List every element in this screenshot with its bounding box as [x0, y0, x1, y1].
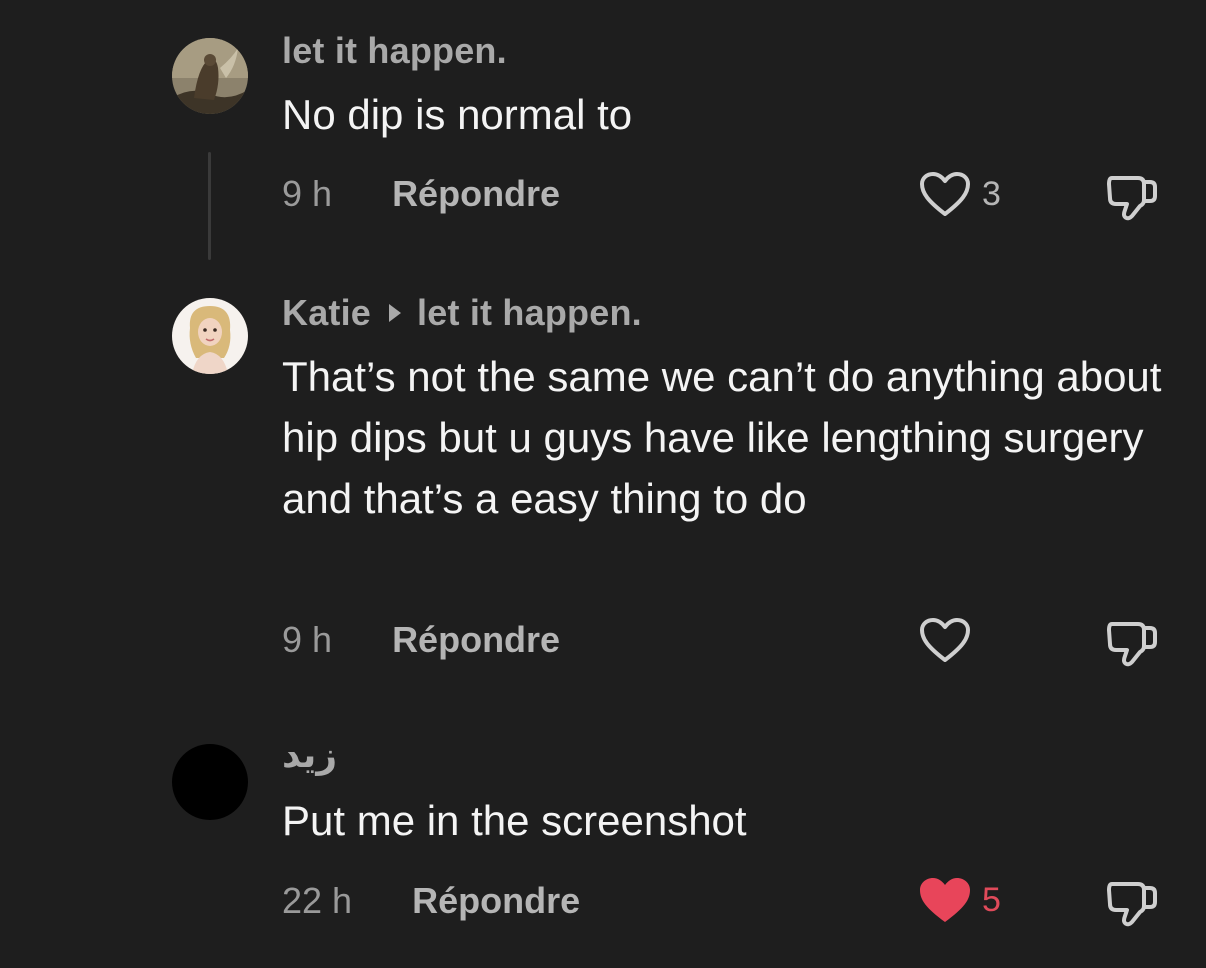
- comment-meta: 22 h Répondre: [282, 880, 580, 922]
- reply-to-name[interactable]: let it happen.: [417, 292, 642, 333]
- reply-button[interactable]: Répondre: [392, 173, 560, 214]
- like-button[interactable]: 5: [918, 876, 1001, 924]
- avatar[interactable]: [172, 744, 248, 820]
- comment-time: 9 h: [282, 173, 333, 214]
- dislike-button[interactable]: [1104, 878, 1160, 933]
- comment-meta: 9 h Répondre: [282, 619, 560, 661]
- heart-outline-icon: [920, 618, 970, 662]
- comment-username: Katie let it happen.: [282, 292, 642, 334]
- comment-meta: 9 h Répondre: [282, 173, 560, 215]
- like-button[interactable]: 3: [918, 170, 1001, 218]
- comment-username[interactable]: زيد: [282, 734, 337, 776]
- comment-time: 9 h: [282, 619, 333, 660]
- like-button[interactable]: [918, 616, 982, 664]
- thread-line: [208, 152, 211, 260]
- avatar[interactable]: [172, 38, 248, 114]
- comment-time: 22 h: [282, 880, 353, 921]
- like-count: 3: [982, 174, 1001, 213]
- comment-username[interactable]: let it happen.: [282, 30, 507, 72]
- dislike-button[interactable]: [1104, 618, 1160, 673]
- comment-3: زيد Put me in the screenshot 22 h Répond…: [0, 700, 1206, 968]
- author-name[interactable]: Katie: [282, 292, 371, 333]
- comment-text: No dip is normal to: [282, 91, 633, 138]
- thumbs-down-icon: [1107, 882, 1157, 927]
- heart-filled-icon: [920, 878, 970, 922]
- comment-1: let it happen. No dip is normal to 9 h R…: [0, 0, 1206, 280]
- reply-button[interactable]: Répondre: [412, 880, 580, 921]
- comment-2: Katie let it happen. That’s not the same …: [0, 280, 1206, 700]
- comment-text: Put me in the screenshot: [282, 797, 747, 844]
- thumbs-down-icon: [1107, 176, 1157, 221]
- reply-button[interactable]: Répondre: [392, 619, 560, 660]
- comment-text: That’s not the same we can’t do anything…: [282, 353, 1162, 522]
- heart-outline-icon: [920, 172, 970, 216]
- like-count: 5: [982, 880, 1001, 919]
- caret-right-icon: [389, 304, 402, 322]
- avatar[interactable]: [172, 298, 248, 374]
- dislike-button[interactable]: [1104, 172, 1160, 227]
- thumbs-down-icon: [1107, 622, 1157, 667]
